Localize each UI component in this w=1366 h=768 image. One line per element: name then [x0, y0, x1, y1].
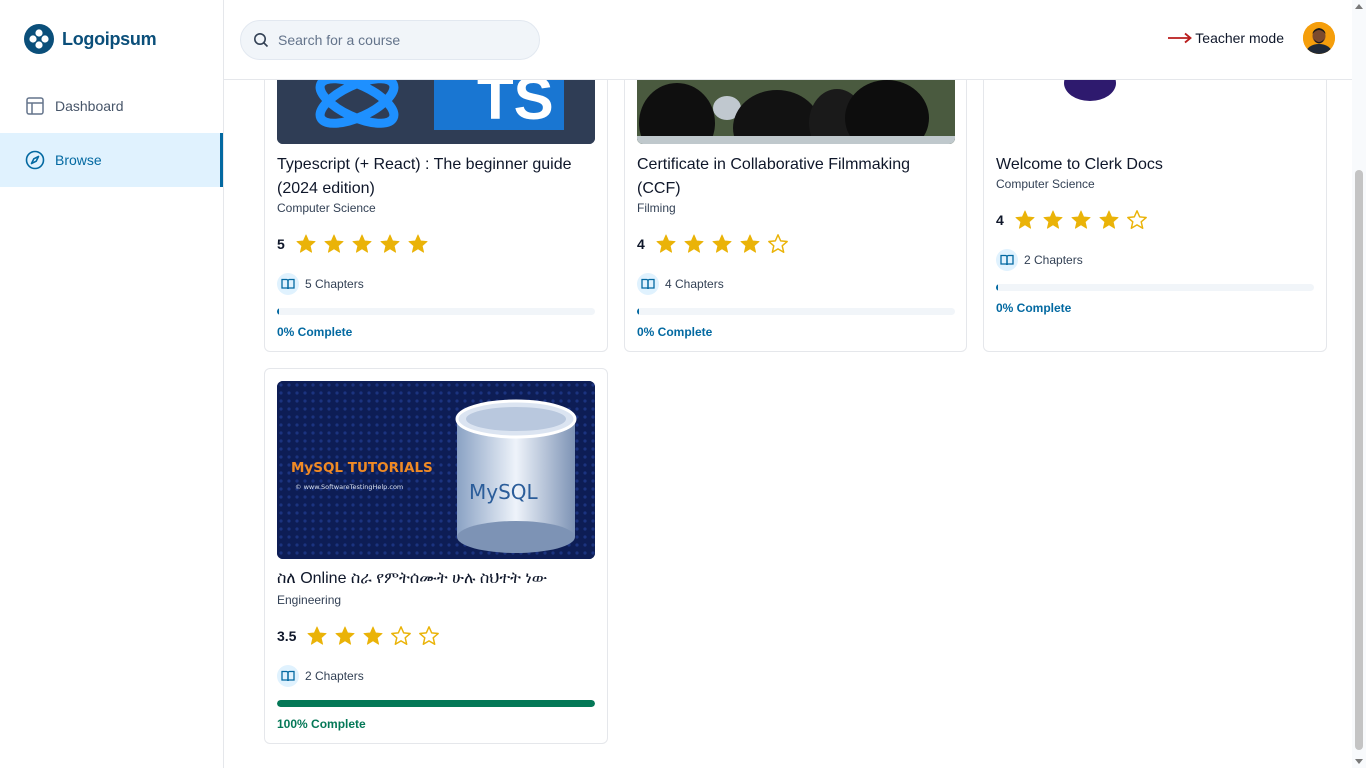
course-category: Engineering: [277, 593, 342, 607]
search-bar[interactable]: [240, 20, 540, 60]
scroll-down-icon[interactable]: [1355, 759, 1363, 764]
scroll-up-icon[interactable]: [1355, 4, 1363, 9]
logo-text: Logoipsum: [62, 28, 157, 49]
course-rating: 4: [996, 209, 1148, 231]
star-filled-icon: [1015, 210, 1035, 229]
course-rating: 3.5: [277, 625, 440, 647]
chapters-count: 2 Chapters: [1024, 253, 1083, 267]
course-category: Computer Science: [996, 177, 1095, 191]
avatar[interactable]: [1303, 22, 1335, 54]
chapters-count: 4 Chapters: [665, 277, 724, 291]
chapters-count: 2 Chapters: [305, 669, 364, 683]
star-filled-icon: [1099, 210, 1119, 229]
star-filled-icon: [324, 234, 344, 253]
sidebar-item-browse[interactable]: Browse: [0, 133, 223, 187]
sidebar: Logoipsum Dashboard Browse: [0, 0, 224, 768]
course-category: Computer Science: [277, 201, 376, 215]
course-rating: 5: [277, 233, 429, 255]
course-category: Filming: [637, 201, 676, 215]
star-filled-icon: [363, 626, 384, 645]
top-bar: Teacher mode: [224, 0, 1352, 80]
teacher-mode-label: Teacher mode: [1195, 30, 1284, 46]
star-outline-icon: [767, 234, 788, 253]
chapters-info: 4 Chapters: [637, 273, 724, 295]
progress-label: 0% Complete: [996, 301, 1072, 315]
course-title[interactable]: ስለ Online ስራ የምትሰሙት ሁሉ ስህተት ነው: [277, 567, 597, 591]
star-outline-icon: [391, 626, 412, 645]
progress-fill: [996, 284, 998, 291]
rating-value: 5: [277, 236, 285, 252]
progress-label: 0% Complete: [277, 325, 353, 339]
star-filled-icon: [1071, 210, 1091, 229]
star-filled-icon: [684, 234, 704, 253]
course-rating: 4: [637, 233, 789, 255]
course-card-online-work[interactable]: MySQL TUTORIALS © www.SoftwareTestingHel…: [264, 368, 608, 744]
course-grid: TS Typescript (+ React) : The beginner g…: [224, 0, 1352, 768]
star-filled-icon: [408, 234, 428, 253]
star-filled-icon: [335, 626, 356, 645]
course-title[interactable]: Certificate in Collaborative Filmmaking …: [637, 153, 957, 201]
page-scrollbar[interactable]: [1352, 0, 1366, 768]
star-filled-icon: [296, 234, 316, 253]
course-thumbnail: MySQL TUTORIALS © www.SoftwareTestingHel…: [277, 381, 595, 559]
star-filled-icon: [307, 626, 328, 645]
star-filled-icon: [1043, 210, 1063, 229]
chapters-info: 5 Chapters: [277, 273, 364, 295]
svg-text:© www.SoftwareTestingHelp.com: © www.SoftwareTestingHelp.com: [295, 483, 403, 491]
star-outline-icon: [419, 626, 440, 645]
search-input[interactable]: [278, 32, 518, 48]
star-filled-icon: [712, 234, 732, 253]
sidebar-item-dashboard[interactable]: Dashboard: [0, 79, 223, 133]
progress-bar: [996, 284, 1314, 291]
star-filled-icon: [352, 234, 372, 253]
user-avatar-image: [1303, 22, 1335, 54]
layout-icon: [25, 96, 45, 116]
progress-fill: [637, 308, 639, 315]
sidebar-item-label: Dashboard: [55, 98, 124, 114]
chapters-count: 5 Chapters: [305, 277, 364, 291]
svg-text:MySQL TUTORIALS: MySQL TUTORIALS: [291, 460, 433, 476]
course-title[interactable]: Welcome to Clerk Docs: [996, 153, 1316, 177]
teacher-mode-button[interactable]: Teacher mode: [1167, 30, 1284, 46]
arrow-right-icon: [1168, 32, 1193, 44]
scrollbar-thumb[interactable]: [1355, 170, 1363, 750]
star-filled-icon: [380, 234, 400, 253]
course-title[interactable]: Typescript (+ React) : The beginner guid…: [277, 153, 597, 201]
search-icon: [254, 33, 269, 48]
mysql-tutorials-image: MySQL TUTORIALS © www.SoftwareTestingHel…: [277, 381, 595, 559]
rating-value: 4: [996, 212, 1004, 228]
book-icon: [277, 273, 299, 295]
compass-icon: [25, 150, 45, 170]
star-outline-icon: [1126, 210, 1147, 229]
progress-bar: [277, 308, 595, 315]
rating-value: 3.5: [277, 628, 297, 644]
progress-label: 0% Complete: [637, 325, 713, 339]
star-filled-icon: [656, 234, 676, 253]
rating-value: 4: [637, 236, 645, 252]
svg-text:MySQL: MySQL: [469, 480, 539, 504]
chapters-info: 2 Chapters: [277, 665, 364, 687]
sidebar-item-label: Browse: [55, 152, 102, 168]
progress-fill: [277, 700, 595, 707]
chapters-info: 2 Chapters: [996, 249, 1083, 271]
logo[interactable]: Logoipsum: [24, 24, 157, 54]
book-icon: [277, 665, 299, 687]
progress-label: 100% Complete: [277, 717, 366, 731]
progress-bar: [637, 308, 955, 315]
book-icon: [637, 273, 659, 295]
book-icon: [996, 249, 1018, 271]
progress-fill: [277, 308, 279, 315]
sidebar-nav: Dashboard Browse: [0, 79, 223, 187]
logo-icon: [24, 24, 54, 54]
progress-bar: [277, 700, 595, 707]
star-filled-icon: [740, 234, 760, 253]
